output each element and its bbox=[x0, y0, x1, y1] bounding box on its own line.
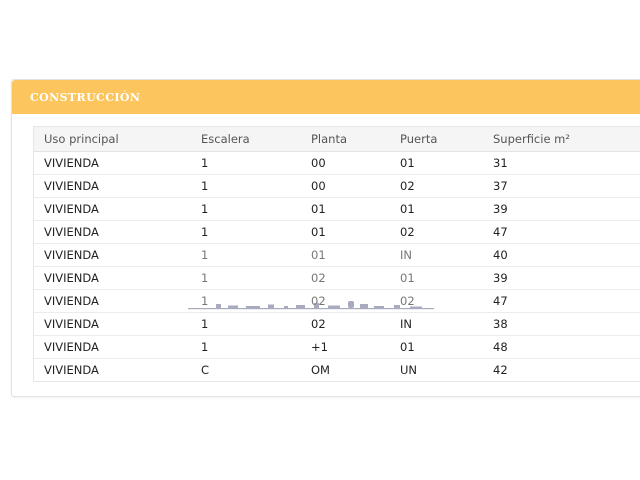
column-header-escalera: Escalera bbox=[191, 127, 301, 152]
table-header-row: Uso principal Escalera Planta Puerta Sup… bbox=[34, 127, 640, 152]
table-row: VIVIENDA 1 02 02 47 bbox=[34, 289, 640, 313]
cell-escalera: 1 bbox=[191, 151, 301, 175]
cell-escalera: 1 bbox=[191, 243, 301, 267]
cell-puerta: 01 bbox=[390, 151, 483, 175]
cell-uso: VIVIENDA bbox=[34, 197, 191, 221]
column-header-uso: Uso principal bbox=[34, 127, 191, 152]
cell-uso: VIVIENDA bbox=[34, 220, 191, 244]
cell-escalera: 1 bbox=[191, 289, 301, 313]
cell-planta: OM bbox=[301, 358, 390, 381]
cell-uso: VIVIENDA bbox=[34, 358, 191, 381]
cell-uso: VIVIENDA bbox=[34, 266, 191, 290]
cell-uso: VIVIENDA bbox=[34, 243, 191, 267]
cell-planta: 00 bbox=[301, 151, 390, 175]
cell-superficie: 37 bbox=[483, 174, 640, 198]
cell-puerta: 02 bbox=[390, 220, 483, 244]
cell-escalera: 1 bbox=[191, 335, 301, 359]
table-row: VIVIENDA 1 02 IN 38 bbox=[34, 312, 640, 336]
table-row: VIVIENDA 1 02 01 39 bbox=[34, 266, 640, 290]
cell-puerta: 01 bbox=[390, 335, 483, 359]
cell-superficie: 38 bbox=[483, 312, 640, 336]
cell-puerta: IN bbox=[390, 243, 483, 267]
cell-escalera: 1 bbox=[191, 174, 301, 198]
construccion-table: Uso principal Escalera Planta Puerta Sup… bbox=[34, 127, 640, 381]
cell-puerta: UN bbox=[390, 358, 483, 381]
construccion-table-wrapper: Uso principal Escalera Planta Puerta Sup… bbox=[33, 126, 640, 382]
table-row: VIVIENDA 1 +1 01 48 bbox=[34, 335, 640, 359]
cell-escalera: 1 bbox=[191, 197, 301, 221]
table-row: VIVIENDA 1 01 IN 40 bbox=[34, 243, 640, 267]
cell-planta: +1 bbox=[301, 335, 390, 359]
cell-planta: 02 bbox=[301, 266, 390, 290]
cell-planta: 00 bbox=[301, 174, 390, 198]
table-row: VIVIENDA C OM UN 42 bbox=[34, 358, 640, 381]
cell-escalera: 1 bbox=[191, 220, 301, 244]
cell-puerta: IN bbox=[390, 312, 483, 336]
cell-planta: 01 bbox=[301, 220, 390, 244]
panel-title: CONSTRUCCIÓN bbox=[30, 90, 141, 104]
column-header-puerta: Puerta bbox=[390, 127, 483, 152]
cell-uso: VIVIENDA bbox=[34, 151, 191, 175]
table-row: VIVIENDA 1 00 02 37 bbox=[34, 174, 640, 198]
cell-uso: VIVIENDA bbox=[34, 312, 191, 336]
cell-superficie: 47 bbox=[483, 220, 640, 244]
cell-superficie: 31 bbox=[483, 151, 640, 175]
cell-puerta: 01 bbox=[390, 266, 483, 290]
column-header-superficie: Superficie m² bbox=[483, 127, 640, 152]
cell-planta: 02 bbox=[301, 289, 390, 313]
cell-superficie: 47 bbox=[483, 289, 640, 313]
cell-puerta: 01 bbox=[390, 197, 483, 221]
panel-header: CONSTRUCCIÓN bbox=[12, 80, 640, 114]
cell-puerta: 02 bbox=[390, 289, 483, 313]
cell-uso: VIVIENDA bbox=[34, 335, 191, 359]
cell-uso: VIVIENDA bbox=[34, 174, 191, 198]
cell-escalera: C bbox=[191, 358, 301, 381]
cell-superficie: 39 bbox=[483, 197, 640, 221]
cell-planta: 01 bbox=[301, 243, 390, 267]
column-header-planta: Planta bbox=[301, 127, 390, 152]
table-row: VIVIENDA 1 00 01 31 bbox=[34, 151, 640, 175]
cell-escalera: 1 bbox=[191, 266, 301, 290]
cell-superficie: 40 bbox=[483, 243, 640, 267]
cell-planta: 01 bbox=[301, 197, 390, 221]
cell-planta: 02 bbox=[301, 312, 390, 336]
cell-uso: VIVIENDA bbox=[34, 289, 191, 313]
table-row: VIVIENDA 1 01 01 39 bbox=[34, 197, 640, 221]
cell-puerta: 02 bbox=[390, 174, 483, 198]
cell-superficie: 39 bbox=[483, 266, 640, 290]
cell-superficie: 42 bbox=[483, 358, 640, 381]
cell-superficie: 48 bbox=[483, 335, 640, 359]
construccion-panel: CONSTRUCCIÓN Uso principal Escalera Plan… bbox=[11, 79, 640, 397]
table-row: VIVIENDA 1 01 02 47 bbox=[34, 220, 640, 244]
cell-escalera: 1 bbox=[191, 312, 301, 336]
